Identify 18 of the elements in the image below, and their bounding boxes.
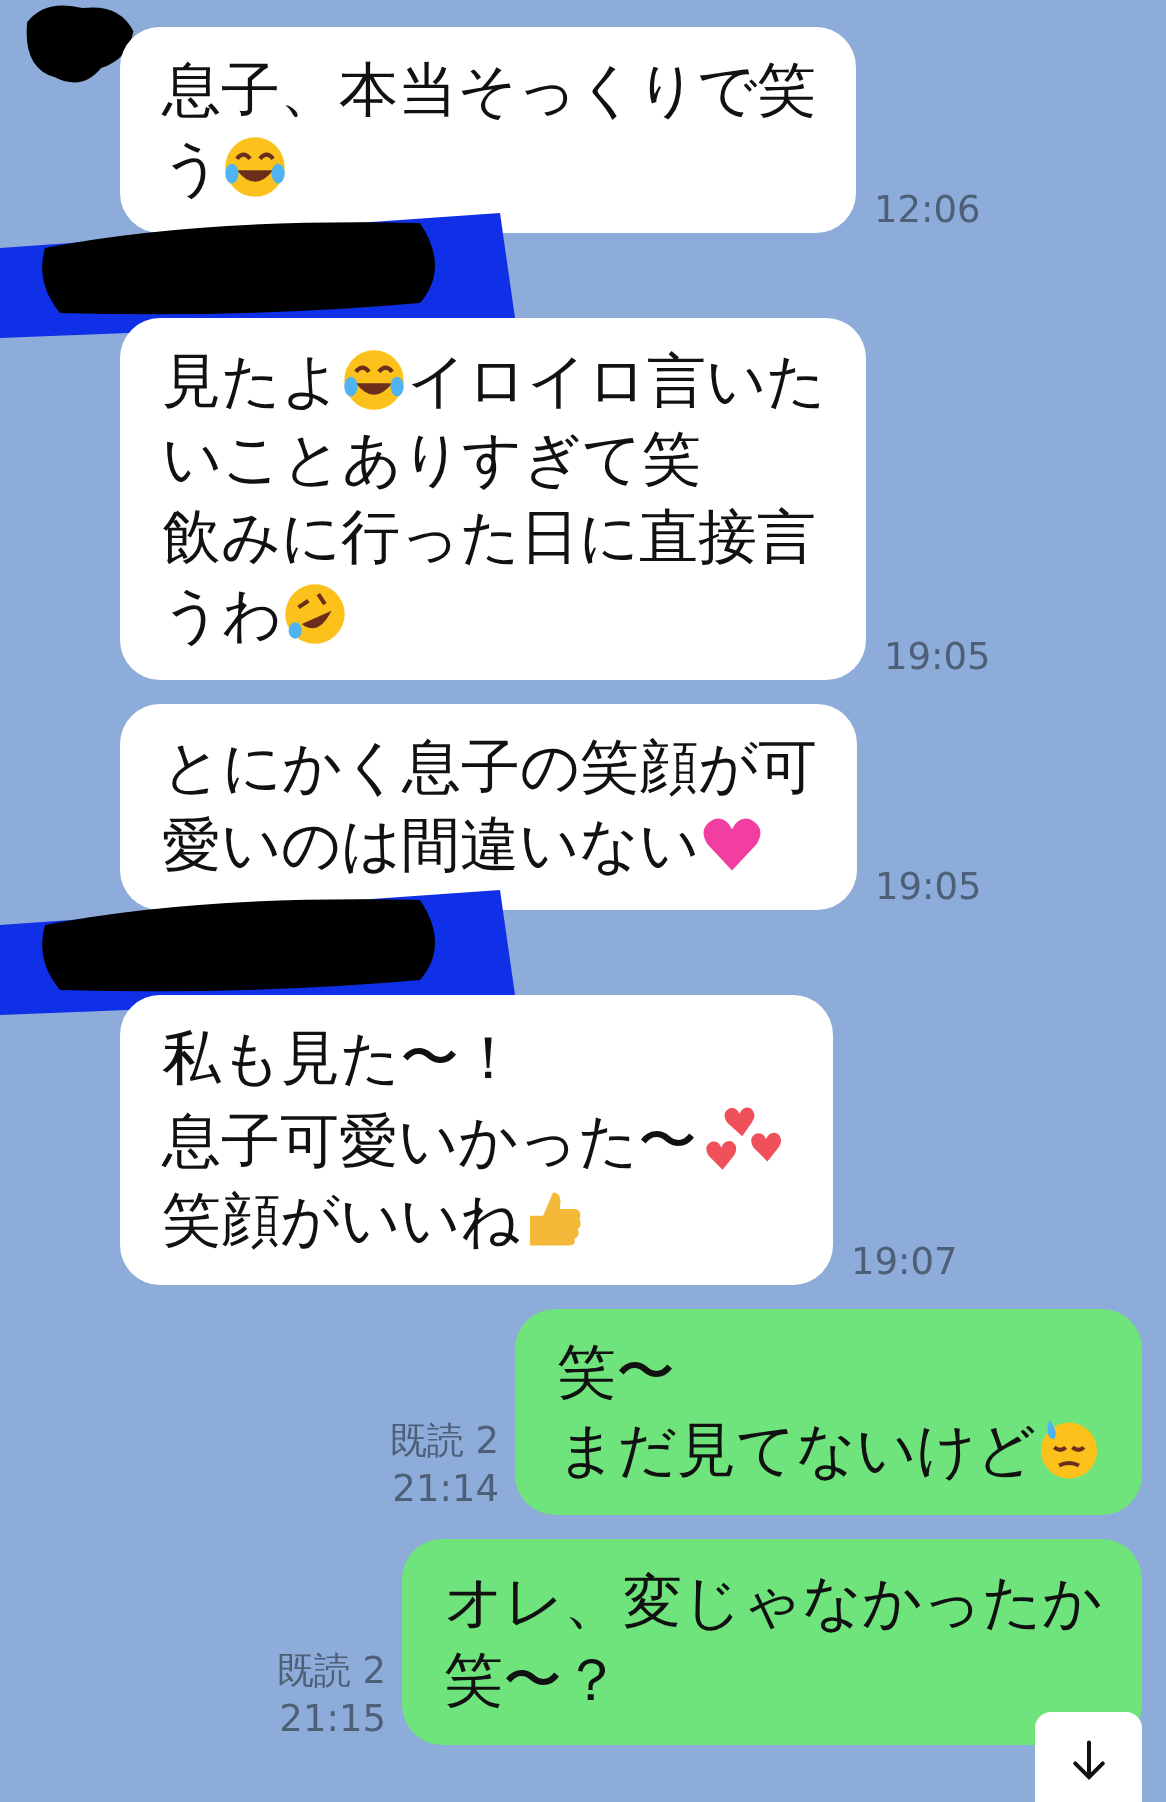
message-bubble: オレ、変じゃなかったか 笑〜？	[402, 1539, 1142, 1745]
message-bubble: 笑〜 まだ見てないけど	[515, 1309, 1142, 1515]
message-time: 19:07	[851, 1240, 958, 1283]
message-bubble: 私も見た〜！ 息子可愛いかった〜 笑顔がいいね	[120, 995, 833, 1285]
message-bubble: 見たよ イロイロ言いた いことありすぎて笑 飲みに行った日に直接言 うわ	[120, 318, 866, 680]
message-time: 21:14	[392, 1466, 499, 1512]
laughing-face-icon	[341, 347, 407, 413]
scroll-down-button[interactable]	[1035, 1712, 1142, 1802]
message-time: 21:15	[279, 1696, 386, 1742]
read-receipt: 既読 2	[276, 1648, 386, 1694]
message-bubble: とにかく息子の笑顔が可 愛いのは間違いない	[120, 704, 857, 910]
read-receipt: 既読 2	[389, 1418, 499, 1464]
laughing-face-icon	[282, 581, 348, 647]
message-time: 19:05	[875, 865, 982, 908]
message-time: 19:05	[884, 635, 991, 678]
message-time: 12:06	[874, 188, 981, 231]
laughing-face-icon	[222, 134, 288, 200]
message-bubble: 息子、本当そっくりで笑 う	[120, 27, 856, 233]
